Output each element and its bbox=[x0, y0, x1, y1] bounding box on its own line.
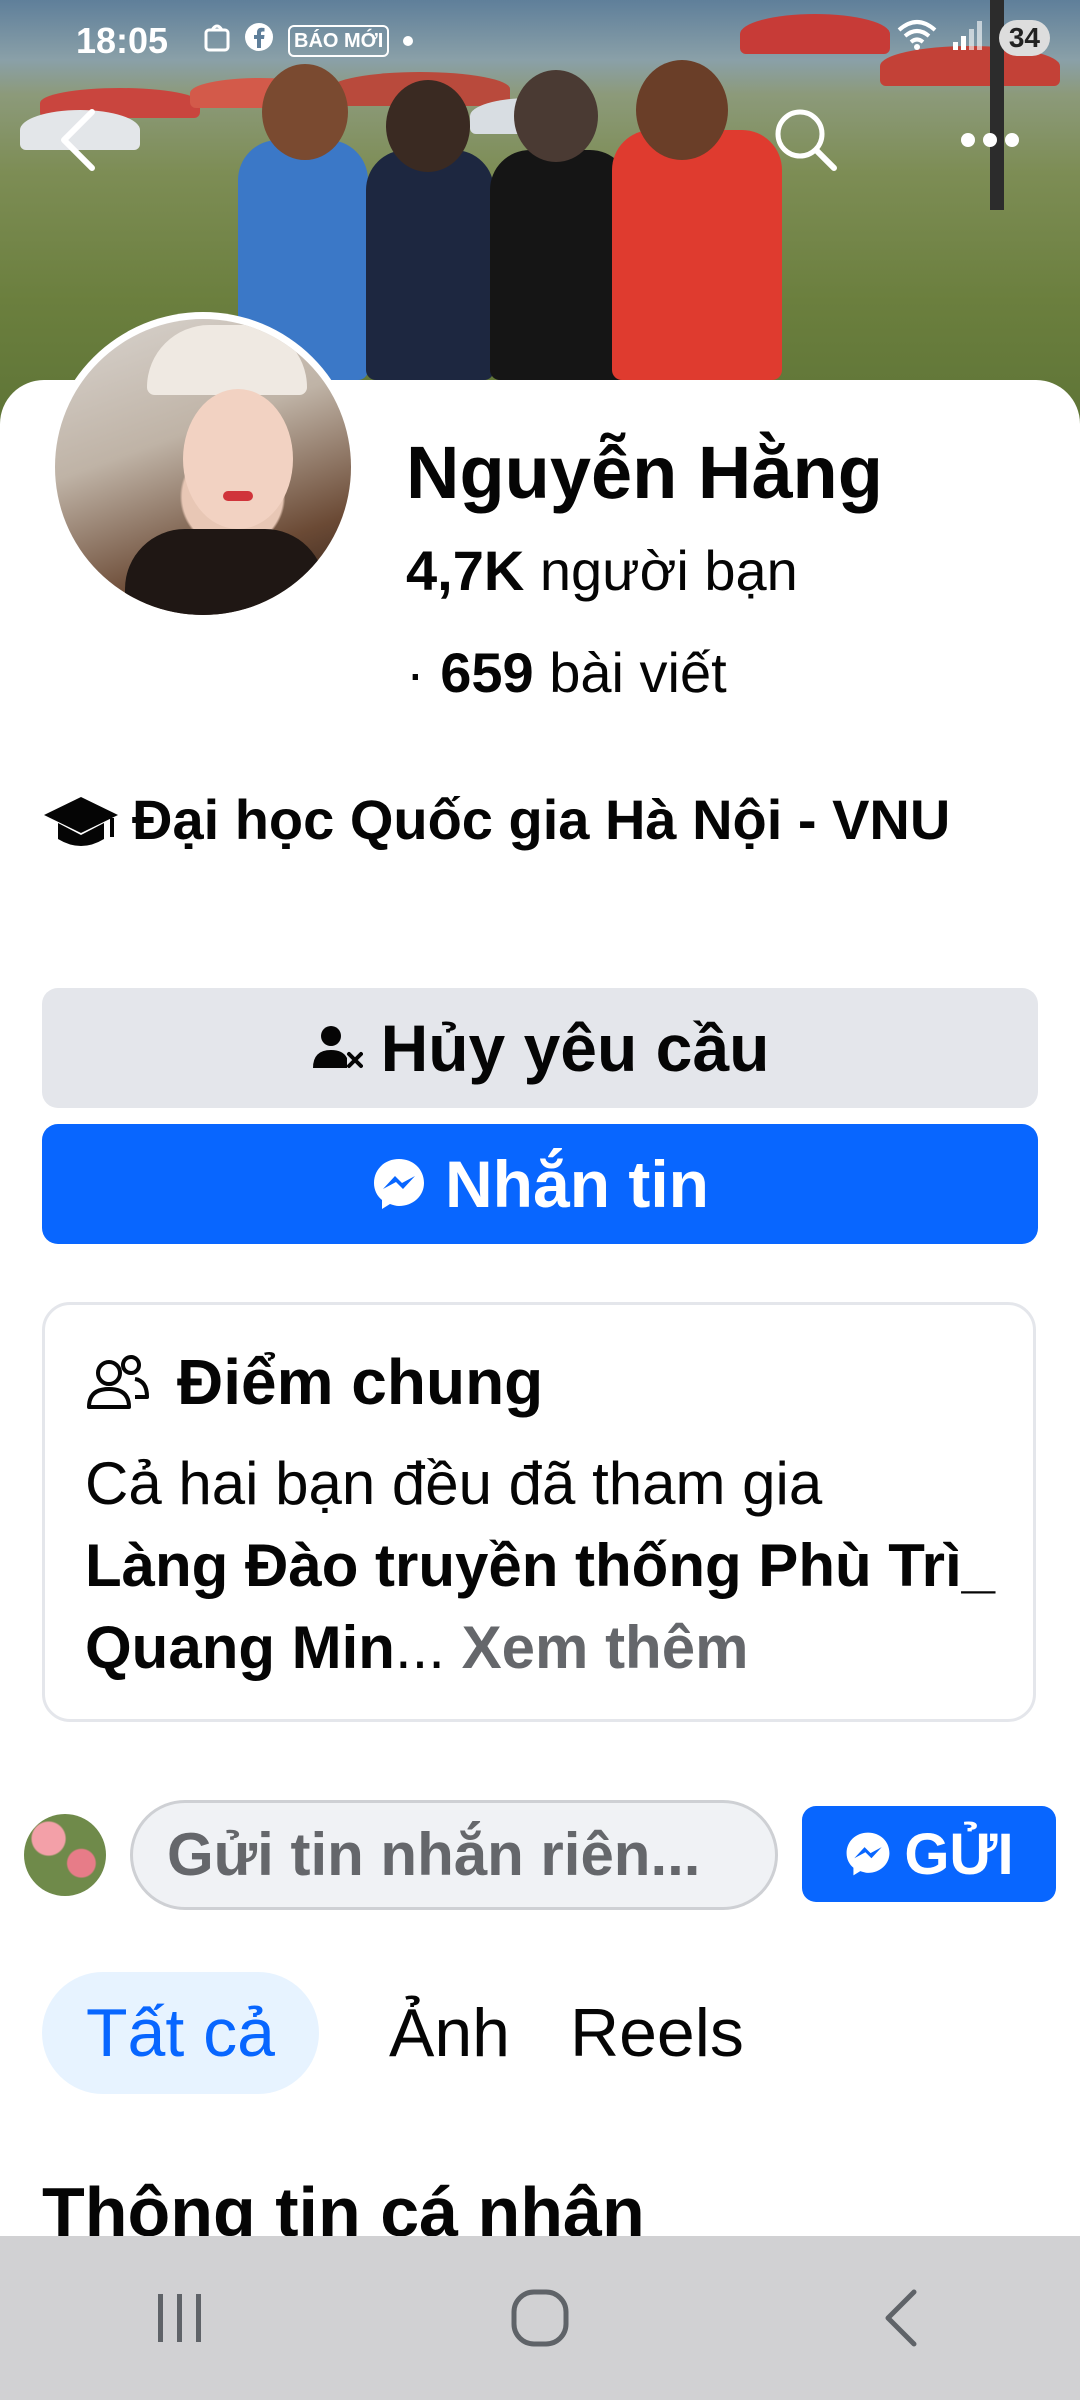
nav-back-icon bbox=[885, 2289, 917, 2347]
posts-number: 659 bbox=[440, 641, 534, 704]
education-text: Đại học Quốc gia Hà Nội - VNU bbox=[132, 788, 951, 851]
friends-number: 4,7K bbox=[406, 539, 525, 602]
messenger-icon bbox=[374, 1159, 425, 1209]
graduation-cap-icon bbox=[44, 797, 118, 847]
signal-icon bbox=[951, 18, 985, 57]
mutual-ellipsis: ... bbox=[394, 1614, 445, 1681]
mutual-friends-icon bbox=[87, 1355, 149, 1409]
profile-name: Nguyễn Hằng bbox=[406, 431, 883, 514]
mutual-description: Cả hai bạn đều đã tham gia Làng Đào truy… bbox=[85, 1443, 1005, 1689]
system-back-button[interactable] bbox=[820, 2268, 980, 2368]
facebook-icon bbox=[244, 22, 274, 59]
tab-photos[interactable]: Ảnh bbox=[389, 1994, 510, 2072]
education-line[interactable]: Đại học Quốc gia Hà Nội - VNU bbox=[42, 780, 1042, 860]
recents-button[interactable] bbox=[100, 2268, 260, 2368]
battery-indicator: 34 bbox=[998, 19, 1050, 56]
private-message-input[interactable]: Gửi tin nhắn riên... bbox=[130, 1800, 778, 1910]
message-label: Nhắn tin bbox=[445, 1147, 709, 1221]
tab-all[interactable]: Tất cả bbox=[42, 1972, 319, 2094]
messenger-icon bbox=[846, 1832, 890, 1876]
posts-separator: · bbox=[406, 641, 425, 704]
send-button[interactable]: GỬI bbox=[802, 1806, 1056, 1902]
posts-count[interactable]: · 659 bài viết bbox=[406, 640, 727, 705]
system-nav-bar bbox=[0, 2236, 1080, 2400]
status-right: 34 bbox=[897, 18, 1050, 57]
recents-icon bbox=[158, 2294, 201, 2342]
more-button[interactable] bbox=[950, 100, 1030, 180]
home-button[interactable] bbox=[460, 2268, 620, 2368]
tab-reels[interactable]: Reels bbox=[570, 1994, 744, 2072]
cancel-request-icon bbox=[312, 1026, 363, 1068]
see-more-link[interactable]: Xem thêm bbox=[462, 1614, 749, 1681]
send-label: GỬI bbox=[904, 1821, 1014, 1887]
shopee-icon bbox=[204, 22, 230, 59]
cancel-request-button[interactable]: Hủy yêu cầu bbox=[42, 988, 1038, 1108]
status-time: 18:05 bbox=[76, 20, 169, 61]
home-icon bbox=[511, 2289, 569, 2347]
search-icon bbox=[775, 109, 837, 171]
baomoi-icon: BÁO MỚI bbox=[288, 24, 390, 57]
mutual-text: Cả hai bạn đều đã tham gia bbox=[85, 1450, 823, 1517]
back-icon bbox=[61, 109, 95, 171]
mutual-card[interactable]: Điểm chung Cả hai bạn đều đã tham gia Là… bbox=[42, 1302, 1036, 1722]
mutual-title: Điểm chung bbox=[85, 1345, 543, 1419]
friends-count[interactable]: 4,7K người bạn bbox=[406, 538, 798, 603]
avatar[interactable] bbox=[48, 312, 358, 622]
back-button[interactable] bbox=[38, 100, 118, 180]
avatar-image bbox=[55, 319, 351, 615]
search-button[interactable] bbox=[766, 100, 846, 180]
cancel-request-label: Hủy yêu cầu bbox=[380, 1011, 770, 1085]
message-button[interactable]: Nhắn tin bbox=[42, 1124, 1038, 1244]
profile-tabs: Tất cả Ảnh Reels bbox=[42, 1972, 804, 2094]
wifi-icon bbox=[897, 18, 937, 57]
more-icon bbox=[961, 133, 1019, 147]
friends-label: người bạn bbox=[539, 539, 798, 602]
posts-label: bài viết bbox=[549, 641, 727, 704]
my-avatar bbox=[24, 1814, 106, 1896]
dot-icon bbox=[403, 35, 414, 46]
status-bar: 18:05 BÁO MỚI 34 bbox=[0, 0, 1080, 80]
notification-icons: BÁO MỚI bbox=[204, 22, 414, 59]
mutual-title-text: Điểm chung bbox=[177, 1346, 544, 1418]
